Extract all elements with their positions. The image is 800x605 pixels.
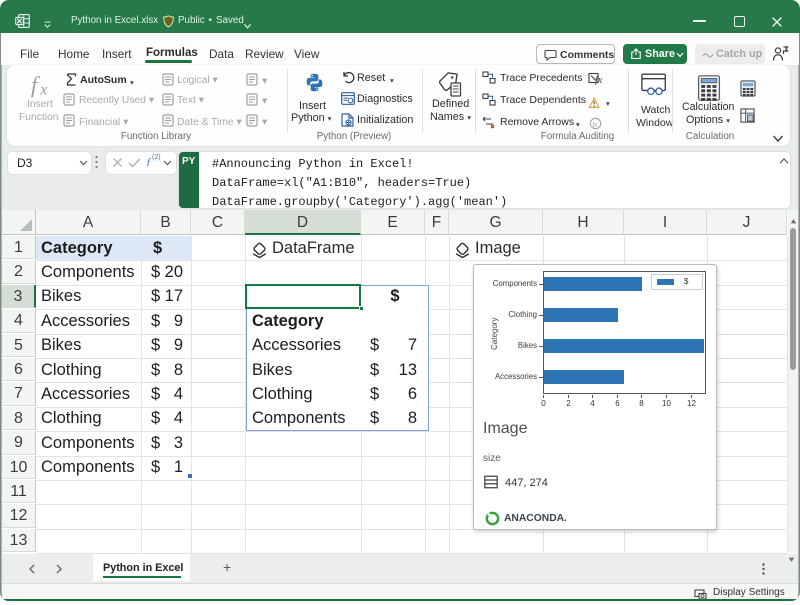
svg-text:fx: fx xyxy=(592,122,598,129)
svg-text:x: x xyxy=(39,81,47,98)
